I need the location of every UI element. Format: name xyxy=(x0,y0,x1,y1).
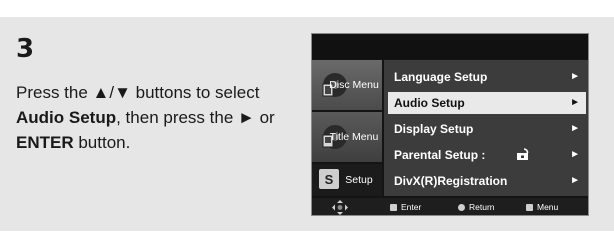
lock-icon xyxy=(517,148,529,160)
sidebar-item-title-menu[interactable]: Title Menu xyxy=(312,112,382,162)
enter-hint: Enter xyxy=(390,198,422,215)
menu-item-parental-setup[interactable]: Parental Setup : ► xyxy=(388,144,586,166)
sidebar-item-setup[interactable]: S Setup xyxy=(312,164,382,196)
instruction-bold-audio-setup: Audio Setup xyxy=(16,108,117,127)
menu-item-label: Language Setup xyxy=(394,70,488,84)
return-hint-label: Return xyxy=(469,202,495,212)
enter-button-icon xyxy=(390,204,397,211)
return-hint: Return xyxy=(458,198,495,215)
menu-hint-label: Menu xyxy=(537,202,559,212)
right-arrow: ► xyxy=(238,108,255,127)
sidebar-item-label: Title Menu xyxy=(329,131,379,143)
instruction-bold-enter: ENTER xyxy=(16,133,74,152)
svg-text:S: S xyxy=(325,172,334,187)
chevron-right-icon: ► xyxy=(570,97,580,108)
sidebar-item-disc-menu[interactable]: Disc Menu xyxy=(312,60,382,110)
instruction-text: Press the ▲/▼ buttons to select Audio Se… xyxy=(16,80,286,155)
menu-item-divx-registration[interactable]: DivX(R)Registration ► xyxy=(388,170,586,192)
chevron-right-icon: ► xyxy=(570,71,580,82)
enter-hint-label: Enter xyxy=(401,202,422,212)
chevron-right-icon: ► xyxy=(570,123,580,134)
instruction-part2: buttons to select xyxy=(130,83,260,102)
osd-bottom-bar: Enter Return Menu xyxy=(312,198,588,215)
chevron-right-icon: ► xyxy=(570,149,580,160)
menu-item-language-setup[interactable]: Language Setup ► xyxy=(388,66,586,88)
menu-button-icon xyxy=(526,204,533,211)
setup-icon: S xyxy=(319,169,339,189)
osd-screen: Disc Menu Title Menu S Setup Language Se… xyxy=(311,33,589,216)
instruction-part3: , then press the xyxy=(116,108,239,127)
menu-item-display-setup[interactable]: Display Setup ► xyxy=(388,118,586,140)
sidebar-item-label: Setup xyxy=(345,174,373,186)
menu-hint: Menu xyxy=(526,198,559,215)
menu-item-label: DivX(R)Registration xyxy=(394,174,508,188)
instruction-part5: button. xyxy=(73,133,131,152)
navigation-arrows-icon xyxy=(332,200,348,215)
chevron-right-icon: ► xyxy=(570,175,580,186)
osd-top-bar xyxy=(312,34,588,59)
sidebar-item-label: Disc Menu xyxy=(329,79,379,91)
return-button-icon xyxy=(458,204,465,211)
setup-menu: Language Setup ► Audio Setup ► Display S… xyxy=(384,60,588,196)
instruction-part4: or xyxy=(254,108,275,127)
menu-item-label: Parental Setup : xyxy=(394,148,486,162)
menu-item-audio-setup[interactable]: Audio Setup ► xyxy=(388,92,586,114)
instruction-part1: Press the xyxy=(16,83,93,102)
up-down-arrows: ▲/▼ xyxy=(92,83,131,102)
step-number: 3 xyxy=(16,34,35,64)
menu-item-label: Audio Setup xyxy=(394,96,465,110)
menu-item-label: Display Setup xyxy=(394,122,474,136)
